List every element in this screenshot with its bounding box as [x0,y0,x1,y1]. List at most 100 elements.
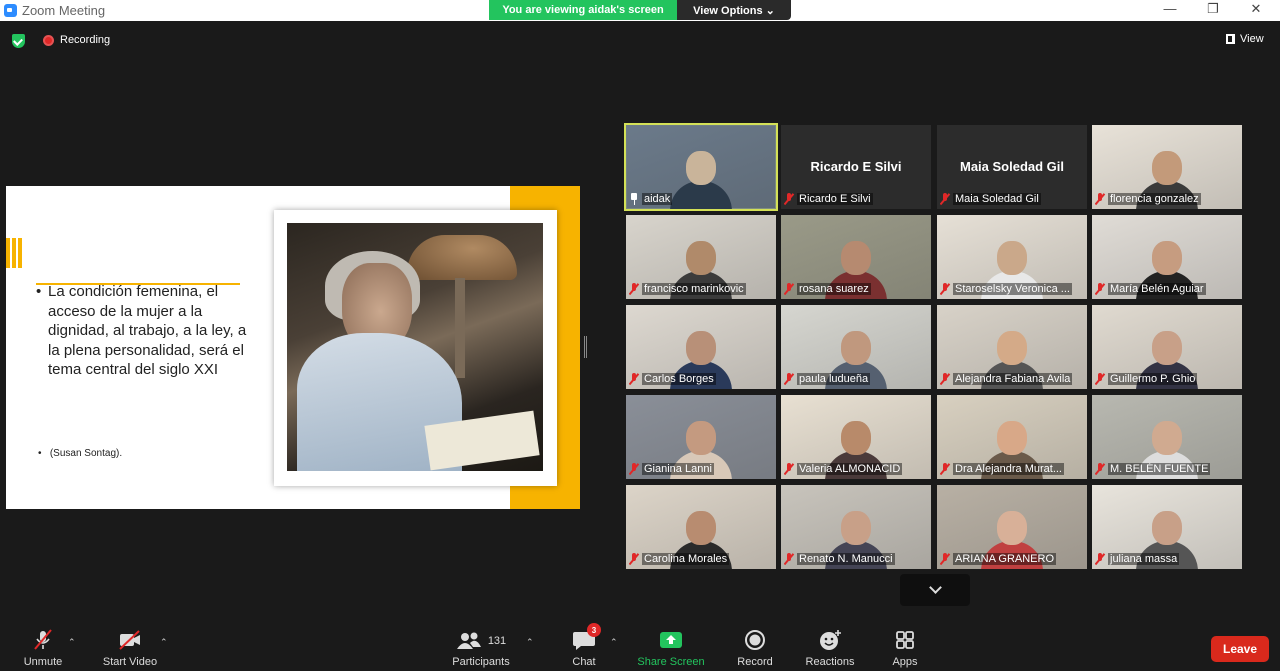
encryption-shield-icon[interactable] [12,34,25,48]
participant-name: Carlos Borges [642,373,716,385]
participant-name-label: Valeria ALMONACID [784,461,929,477]
participant-name-label: Guillermo P. Ghio [1095,371,1240,387]
participant-tile[interactable]: ARIANA GRANERO [937,485,1087,569]
participant-tile[interactable]: Ricardo E Silvi Ricardo E Silvi [781,125,931,209]
microphone-muted-icon [1095,553,1105,565]
participant-tile[interactable]: paula ludueña [781,305,931,389]
chat-button[interactable]: 3 Chat [564,620,604,671]
chevron-down-icon [928,581,942,594]
participant-name: aidak [642,193,673,205]
microphone-muted-icon [1095,283,1105,295]
participants-button[interactable]: 131 Participants [446,620,516,671]
participant-tile[interactable]: Valeria ALMONACID [781,395,931,479]
participant-tile[interactable]: Staroselsky Veronica ... [937,215,1087,299]
participant-name: Staroselsky Veronica ... [953,283,1072,295]
participant-name: Dra Alejandra Murat... [953,463,1064,475]
video-options-caret[interactable]: ⌃ [160,637,168,648]
participant-name: francisco marinkovic [642,283,746,295]
start-video-button[interactable]: Start Video [98,620,162,671]
participant-tile[interactable]: Dra Alejandra Murat... [937,395,1087,479]
participant-tile[interactable]: florencia gonzalez [1092,125,1242,209]
pin-icon [629,193,639,205]
participant-tile[interactable]: Renato N. Manucci [781,485,931,569]
split-resize-handle[interactable] [584,336,587,358]
unmute-button[interactable]: Unmute [18,620,68,671]
microphone-muted-icon [629,553,639,565]
microphone-muted-icon [940,553,950,565]
participant-name-label: Ricardo E Silvi [784,191,929,207]
participant-name-label: Renato N. Manucci [784,551,929,567]
participant-name-label: Alejandra Fabiana Avila [940,371,1085,387]
participant-tile[interactable]: juliana massa [1092,485,1242,569]
leave-meeting-button[interactable]: Leave [1211,636,1269,662]
participant-display-name: Maia Soledad Gil [959,159,1065,174]
gallery-next-page-button[interactable] [900,574,970,606]
microphone-muted-icon [629,283,639,295]
participant-display-name: Ricardo E Silvi [810,159,902,174]
meeting-toolbar: Unmute ⌃ Start Video ⌃ 131 Participants … [0,620,1280,671]
microphone-muted-icon [1095,193,1105,205]
start-video-label: Start Video [102,656,158,668]
participant-tile[interactable]: rosana suarez [781,215,931,299]
participant-name-label: María Belén Aguiar [1095,281,1240,297]
chat-options-caret[interactable]: ⌃ [610,637,618,648]
view-options-button[interactable]: View Options ⌄ [677,0,791,20]
reactions-label: Reactions [805,656,855,668]
microphone-muted-icon [784,373,794,385]
participant-name: Maia Soledad Gil [953,193,1041,205]
participant-tile[interactable]: Carolina Morales [626,485,776,569]
apps-icon [896,631,914,649]
slide-accent-stripes [6,238,23,268]
participant-tile[interactable]: francisco marinkovic [626,215,776,299]
record-label: Record [737,656,773,668]
participant-name: María Belén Aguiar [1108,283,1206,295]
participant-tile[interactable]: María Belén Aguiar [1092,215,1242,299]
participant-tile[interactable]: M. BELÉN FUENTE [1092,395,1242,479]
participant-name: juliana massa [1108,553,1180,565]
microphone-muted-icon [940,193,950,205]
participant-name-label: florencia gonzalez [1095,191,1240,207]
unmute-label: Unmute [23,656,63,668]
participant-tile[interactable]: Gianina Lanni [626,395,776,479]
minimize-button[interactable]: — [1155,1,1185,16]
participant-tile[interactable]: Carlos Borges [626,305,776,389]
close-button[interactable]: ✕ [1241,1,1271,17]
reactions-button[interactable]: Reactions [802,620,858,671]
participant-tile[interactable]: Alejandra Fabiana Avila [937,305,1087,389]
participant-name-label: francisco marinkovic [629,281,774,297]
record-button[interactable]: Record [734,620,776,671]
microphone-muted-icon [784,283,794,295]
participant-name: Valeria ALMONACID [797,463,903,475]
share-screen-button[interactable]: Share Screen [636,620,706,671]
restore-button[interactable]: ❐ [1198,1,1228,17]
participant-name-label: Carlos Borges [629,371,774,387]
participants-label: Participants [452,656,510,668]
chat-icon: 3 [571,623,601,651]
participant-name: Carolina Morales [642,553,730,565]
window-title: Zoom Meeting [22,3,106,18]
record-icon [745,630,765,650]
microphone-muted-icon [784,463,794,475]
participant-tile[interactable]: aidak [624,123,778,211]
zoom-logo-icon [4,4,17,17]
reactions-smiley-icon [820,630,841,650]
audio-options-caret[interactable]: ⌃ [68,637,76,648]
participants-icon [456,632,481,649]
participant-name: Alejandra Fabiana Avila [953,373,1073,385]
participant-tile[interactable]: Maia Soledad Gil Maia Soledad Gil [937,125,1087,209]
recording-icon [43,35,54,46]
slide-citation: • (Susan Sontag). [38,448,123,459]
participant-name-label: juliana massa [1095,551,1240,567]
participants-options-caret[interactable]: ⌃ [526,637,534,648]
apps-button[interactable]: Apps [886,620,924,671]
chat-label: Chat [572,656,596,668]
microphone-muted-icon [34,629,52,650]
microphone-muted-icon [940,373,950,385]
microphone-muted-icon [629,373,639,385]
participant-name-label: Maia Soledad Gil [940,191,1085,207]
view-button[interactable]: View [1226,33,1264,45]
participant-name: Ricardo E Silvi [797,193,873,205]
participant-tile[interactable]: Guillermo P. Ghio [1092,305,1242,389]
microphone-muted-icon [940,283,950,295]
participants-count: 131 [487,635,507,647]
